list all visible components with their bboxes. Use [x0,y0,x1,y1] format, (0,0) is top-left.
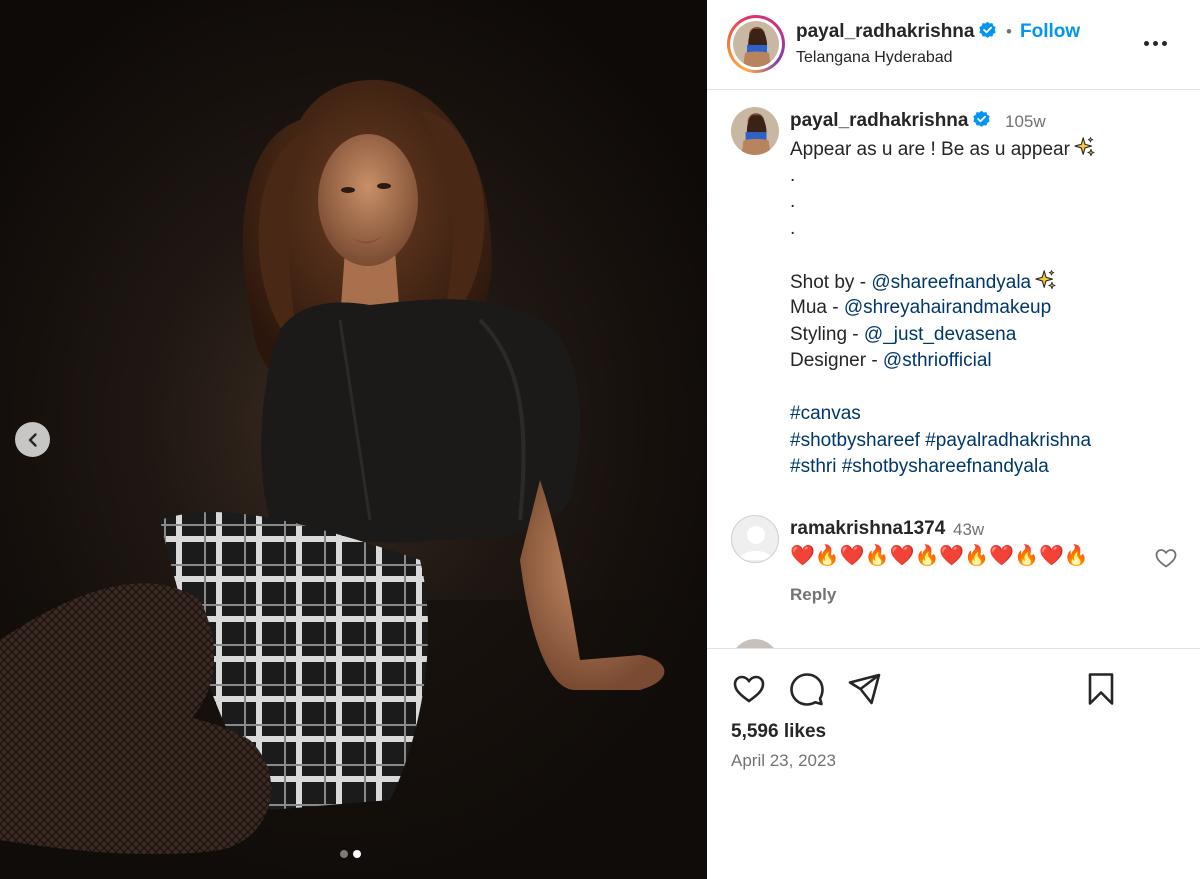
credit-line-mua: Mua - @shreyahairandmakeup [790,295,1190,322]
more-horizontal-icon [1144,40,1149,46]
caption-line [790,242,1190,269]
header-separator: • [1006,22,1012,41]
credit-label: Mua - [790,297,844,318]
comment-text: ❤️🔥❤️🔥❤️🔥❤️🔥❤️🔥❤️🔥 [790,545,1089,567]
caption-line: . [790,164,796,186]
caption-timestamp[interactable]: 105w [1005,112,1046,132]
verified-badge-icon [973,110,991,127]
photo-illustration [0,79,707,879]
heart-icon[interactable] [731,671,767,707]
post-header: payal_radhakrishna • Follow Telangana Hy… [707,0,1200,90]
header-username-text: payal_radhakrishna [796,21,975,42]
caption-username[interactable]: payal_radhakrishna [790,110,991,132]
hashtag-link[interactable]: #sthri #shotbyshareefnandyala [790,454,1190,481]
comment-heart-icon[interactable] [1154,546,1178,570]
paper-plane-icon[interactable] [847,671,883,707]
credit-line-designer: Designer - @sthriofficial [790,348,1190,375]
more-options-button[interactable] [1144,35,1176,51]
mention-link[interactable]: @sthriofficial [883,350,992,371]
next-comment-avatar[interactable] [731,639,779,648]
carousel-dot-active [353,850,361,858]
caption-line: . [790,191,796,212]
caption-username-text: payal_radhakrishna [790,110,969,131]
header-username[interactable]: payal_radhakrishna [796,21,997,43]
bookmark-icon[interactable] [1083,671,1119,707]
hashtag-link[interactable]: #shotbyshareef #payalradhakrishna [790,428,1190,455]
caption-avatar[interactable] [731,107,779,155]
mention-link[interactable]: @_just_devasena [864,324,1016,345]
post-photo[interactable] [0,0,707,879]
caption-line-text: Appear as u are ! Be as u appear [790,139,1070,160]
default-user-icon [732,516,778,562]
comment-avatar[interactable] [731,515,779,563]
chevron-left-icon [28,432,37,447]
credit-label: Designer - [790,350,883,371]
post-side-panel: payal_radhakrishna • Follow Telangana Hy… [707,0,1200,879]
carousel-dot [340,850,348,858]
post-date[interactable]: April 23, 2023 [731,751,836,771]
avatar [733,21,779,67]
caption-line: Appear as u are ! Be as u appear [790,136,1190,163]
post-location[interactable]: Telangana Hyderabad [796,49,953,67]
story-ring[interactable] [727,15,785,73]
previous-photo-button[interactable] [15,422,50,457]
mention-link[interactable]: @shareefnandyala [871,272,1031,293]
reply-button[interactable]: Reply [790,585,836,605]
comment-bubble-icon[interactable] [789,671,825,707]
credit-label: Shot by - [790,271,872,293]
likes-count[interactable]: 5,596 likes [731,721,826,743]
sparkles-icon [1074,136,1095,157]
carousel-indicator [340,850,361,858]
follow-button[interactable]: Follow [1020,21,1080,43]
mention-link[interactable]: @shreyahairandmakeup [844,297,1051,318]
credit-label: Styling - [790,323,864,345]
credit-line-styling: Styling - @_just_devasena [790,322,1190,349]
comment-timestamp[interactable]: 43w [953,520,984,540]
credit-line-shot-by: Shot by - @shareefnandyala [790,269,1190,296]
action-bar: 5,596 likes April 23, 2023 [707,648,1200,879]
verified-badge-icon [979,21,997,38]
sparkles-icon [1035,269,1056,289]
comments-section[interactable]: payal_radhakrishna 105w Appear as u are … [707,91,1200,648]
hashtag-link[interactable]: #canvas [790,401,1190,428]
caption-line: . [790,217,796,239]
caption-text: Appear as u are ! Be as u appear . . . S… [790,136,1190,481]
comment-username[interactable]: ramakrishna1374 [790,518,945,540]
